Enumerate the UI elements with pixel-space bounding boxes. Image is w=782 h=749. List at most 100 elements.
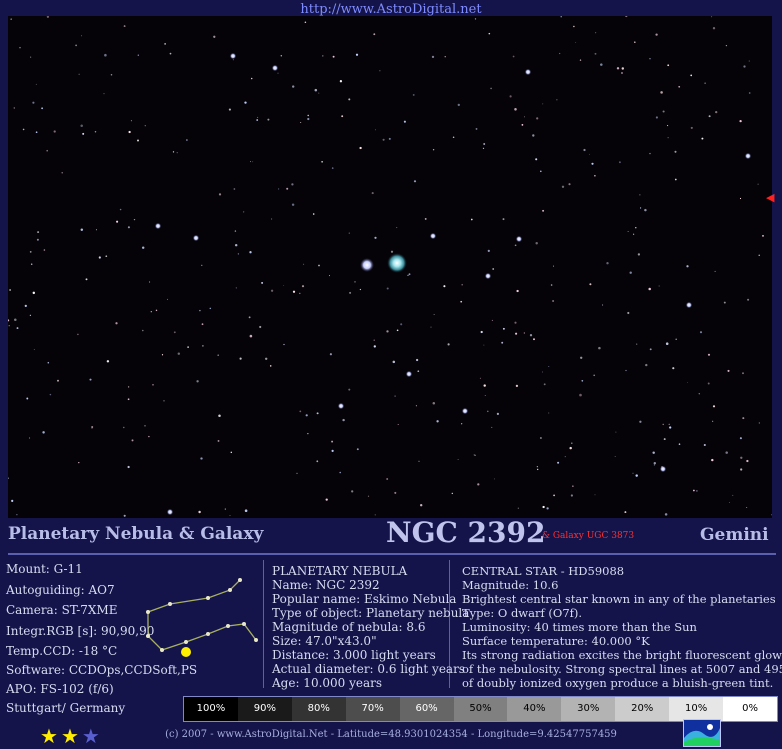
nebula-line: Actual diameter: 0.6 light years (272, 662, 465, 676)
background-star (14, 318, 17, 321)
background-star (33, 349, 35, 351)
background-star (161, 354, 164, 356)
background-star (704, 82, 706, 84)
background-star (339, 471, 342, 474)
background-star (492, 268, 495, 270)
background-star (388, 137, 391, 140)
background-star (532, 134, 535, 137)
background-star (771, 514, 772, 516)
background-star (457, 459, 459, 460)
background-star (164, 43, 166, 45)
background-star (621, 72, 623, 74)
background-star (244, 101, 247, 104)
background-star (177, 352, 181, 355)
background-star (8, 477, 9, 479)
background-star (400, 323, 403, 326)
background-star (658, 285, 660, 287)
background-star (686, 265, 689, 268)
nebula-line: Magnitude of nebula: 8.6 (272, 620, 426, 634)
background-star (234, 230, 237, 232)
background-star (479, 377, 481, 379)
background-star (396, 329, 399, 332)
background-star (374, 236, 377, 239)
background-star (75, 44, 77, 47)
background-star (103, 93, 105, 95)
eskimo-nebula (387, 253, 407, 273)
background-star (669, 426, 672, 429)
background-star (94, 131, 97, 133)
background-star (655, 116, 658, 119)
background-star (394, 491, 397, 494)
background-star (742, 417, 745, 420)
background-star (296, 472, 298, 475)
background-star (711, 458, 714, 462)
background-star (732, 494, 734, 496)
background-star (415, 405, 417, 407)
scale-step: 90% (237, 697, 292, 721)
background-star (397, 423, 399, 426)
background-star (662, 110, 665, 113)
object-name-title: NGC 2392 (386, 516, 546, 549)
background-star (674, 178, 677, 181)
background-star (413, 180, 417, 183)
background-star (553, 494, 555, 497)
background-star (252, 161, 254, 163)
background-star (217, 439, 220, 442)
background-star (49, 393, 52, 396)
background-star (699, 331, 703, 334)
scale-step: 100% (184, 697, 238, 721)
background-star (249, 334, 253, 338)
background-star (148, 435, 150, 438)
background-star (594, 494, 596, 496)
background-star (8, 319, 10, 322)
background-star (648, 287, 651, 291)
background-star (496, 412, 500, 416)
background-star (739, 437, 742, 440)
background-star (553, 265, 555, 267)
background-star (746, 507, 748, 508)
central-star-heading: CENTRAL STAR - HD59088 (462, 564, 625, 578)
astrodigital-logo[interactable] (683, 719, 721, 747)
background-star (110, 74, 113, 76)
background-star (667, 64, 670, 67)
background-star (42, 431, 45, 434)
background-star (374, 129, 376, 131)
background-star (373, 345, 376, 348)
background-star (351, 490, 354, 493)
equipment-line: Autoguiding: AO7 (6, 583, 115, 597)
site-url-link[interactable]: http://www.AstroDigital.net (0, 2, 782, 17)
background-star (758, 422, 760, 424)
background-star (318, 264, 320, 267)
background-star (725, 451, 728, 454)
background-star (250, 77, 253, 80)
background-star (218, 193, 222, 196)
background-star (595, 32, 597, 34)
background-star (249, 251, 252, 254)
background-star (417, 370, 420, 373)
background-star (451, 492, 453, 495)
background-star (483, 143, 486, 145)
column-divider (263, 560, 264, 688)
background-star (239, 357, 242, 360)
background-star (690, 126, 693, 129)
background-star (564, 456, 566, 458)
background-star (536, 466, 538, 468)
background-star (292, 290, 296, 293)
background-star (229, 514, 231, 516)
background-star (280, 55, 283, 57)
background-star (616, 67, 620, 70)
background-star (355, 53, 359, 56)
background-star (624, 511, 627, 514)
background-star (201, 264, 203, 266)
background-star (202, 345, 204, 347)
background-star (408, 273, 411, 276)
background-star (78, 73, 80, 75)
background-star (235, 287, 237, 289)
background-star (133, 218, 136, 221)
background-star (501, 341, 504, 344)
background-star (512, 55, 515, 58)
background-star (78, 461, 80, 464)
background-star (339, 80, 343, 83)
background-star (649, 58, 651, 60)
background-star (217, 354, 220, 357)
